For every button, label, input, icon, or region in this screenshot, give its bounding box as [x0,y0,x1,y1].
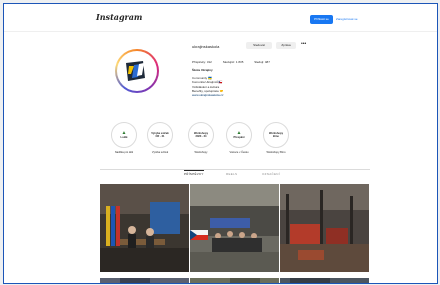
story-highlight[interactable]: ▲ Lodiě Nadílka pro děti [109,122,139,154]
post-thumbnail[interactable] [190,184,279,272]
highlight-label: Nadílka pro děti [114,151,134,154]
highlight-cover-text: Lodiě [120,136,128,139]
profile-full-name: Škola Ukrajiny [192,68,213,72]
post-image [100,278,189,283]
followers-count[interactable]: Sledující: 1 835 [223,60,244,64]
highlight-label: Výroba svíček [151,151,169,154]
post-thumbnail[interactable] [100,184,189,272]
story-highlight[interactable]: ▲ Přespání Vánoce v Česku [224,122,254,154]
post-image [190,184,279,272]
highlight-label: Vánoce v Česku [229,151,249,154]
highlight-cover-text: 2023 · 24 [195,135,207,138]
highlight-cover-text: ČR · 21 [155,135,165,138]
highlight-label: Workshopy Brno [266,151,286,154]
login-button[interactable]: Přihlásit se [310,15,333,24]
highlight-cover: ▲ Přespání [226,122,252,148]
profile-username: ukrajinskaskola [192,44,220,49]
bio-line: Komunita Ukrajinců 🇨🇿 [192,80,223,85]
tab-posts[interactable]: PŘÍSPĚVKY [184,170,204,176]
more-options-icon[interactable]: ••• [301,41,306,47]
post-thumbnail[interactable] [280,184,369,272]
tab-reels[interactable]: REELS [226,172,237,176]
highlight-cover: Workshopy 2023 · 24 [188,122,214,148]
highlight-cover: Workshopy Brno [263,122,289,148]
highlight-label: Workshopy [194,151,208,154]
post-thumbnail[interactable] [280,274,369,283]
signup-link[interactable]: Zaregistrovat se [336,15,358,24]
post-image [280,278,369,283]
post-thumbnail[interactable] [100,274,189,283]
story-highlight[interactable]: Workshopy 2023 · 24 Workshopy [186,122,216,154]
profile-stats: Příspěvky: 312 Sledující: 1 835 Sleduji:… [192,60,280,64]
instagram-logo[interactable]: Instagram [96,12,142,22]
organization-logo-icon [126,61,145,81]
message-button[interactable]: Zpráva [276,42,296,49]
tabs-divider [100,169,370,170]
profile-bio: Community 🇺🇦 Komunita Ukrajinců 🇨🇿 Vzděl… [192,76,224,97]
follow-button[interactable]: Sledovat [246,42,272,49]
post-image [100,184,189,272]
highlight-cover-text: Přespání [233,136,245,139]
highlight-cover-text: Brno [272,135,280,138]
following-count[interactable]: Sleduji: 487 [254,60,270,64]
instagram-profile-window: Instagram Přihlásit se Zaregistrovat se … [3,3,438,284]
story-highlight[interactable]: Výroba svíček ČR · 21 Výroba svíček [145,122,175,154]
top-navigation-bar: Instagram Přihlásit se Zaregistrovat se [4,4,437,32]
profile-avatar[interactable] [115,49,159,93]
post-image [190,278,279,283]
story-highlight[interactable]: Workshopy Brno Workshopy Brno [261,122,291,154]
post-thumbnail[interactable] [190,274,279,283]
highlight-cover: ▲ Lodiě [111,122,137,148]
bio-website-link[interactable]: www.ukrajinskaskola.cz [192,93,224,97]
tab-tagged[interactable]: OZNAČENÍ [262,172,280,176]
post-image [280,184,369,272]
highlight-cover: Výroba svíček ČR · 21 [147,122,173,148]
avatar-inner [117,51,157,91]
posts-count: Příspěvky: 312 [192,60,212,64]
posts-grid [100,184,370,283]
